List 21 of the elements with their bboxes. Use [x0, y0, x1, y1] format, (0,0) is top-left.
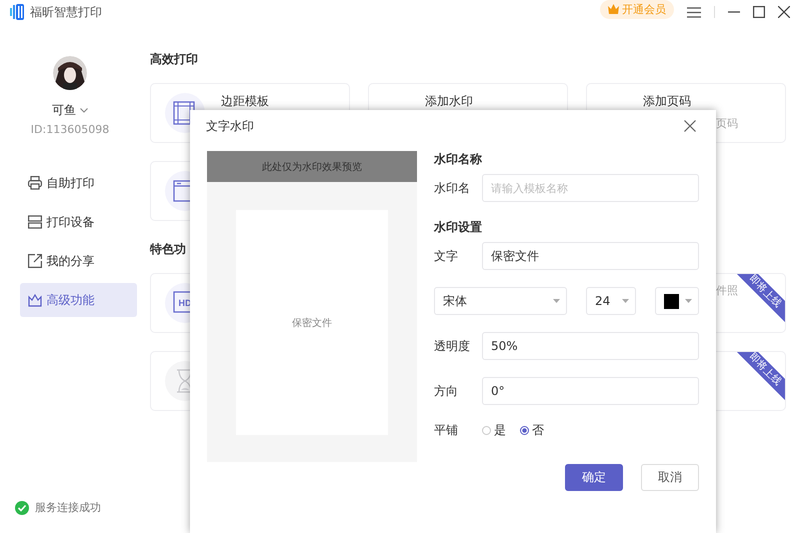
preview-banner: 此处仅为水印效果预览: [207, 151, 417, 182]
status-text: 服务连接成功: [35, 500, 101, 515]
card-title: 边距模板: [221, 93, 269, 110]
field-label: 透明度: [434, 338, 471, 354]
card-subtitle: 页码: [716, 116, 738, 131]
app-title: 福昕智慧打印: [30, 4, 102, 20]
field-label: 方向: [434, 382, 459, 400]
card-title: 添加水印: [425, 93, 473, 110]
dialog-title: 文字水印: [206, 118, 254, 134]
section-title: 水印名称: [434, 151, 483, 165]
field-label: 文字: [434, 248, 459, 264]
watermark-text: 保密文件: [292, 316, 332, 330]
user-name: 可鱼: [52, 102, 76, 119]
user-id: ID:113605098: [30, 123, 110, 136]
card-title: 添加页码: [643, 93, 692, 110]
field-label: 水印名: [434, 180, 471, 196]
section-title: 水印设置: [434, 219, 483, 233]
section-title: 高效打印: [150, 51, 198, 68]
section-title: 特色功: [150, 241, 186, 258]
field-label: 平铺: [434, 422, 459, 439]
card-subtitle: 件照: [716, 283, 738, 298]
